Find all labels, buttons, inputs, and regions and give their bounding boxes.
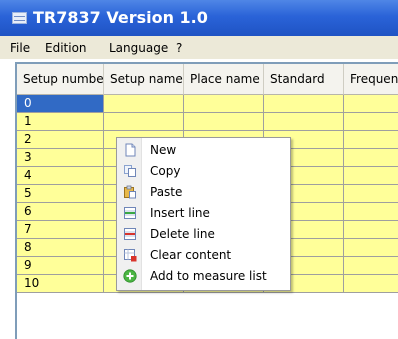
setup-number-cell[interactable]: 3 xyxy=(17,149,104,167)
setup-number-cell[interactable]: 8 xyxy=(17,239,104,257)
setup-number-cell[interactable]: 5 xyxy=(17,185,104,203)
table-row[interactable]: 0 xyxy=(17,95,398,113)
setup-number-cell[interactable]: 9 xyxy=(17,257,104,275)
menu-edition[interactable]: Edition xyxy=(45,40,87,56)
grid-cell[interactable] xyxy=(344,131,398,149)
context-menu-label: Add to measure list xyxy=(150,269,267,283)
column-header-standard[interactable]: Standard xyxy=(264,64,344,95)
column-header-setup-name[interactable]: Setup name xyxy=(104,64,184,95)
grid-cell[interactable] xyxy=(104,113,184,131)
grid-cell[interactable] xyxy=(344,203,398,221)
context-menu-label: New xyxy=(150,143,177,157)
title-bar[interactable]: TR7837 Version 1.0 xyxy=(0,0,398,36)
grid-cell[interactable] xyxy=(344,257,398,275)
table-row[interactable]: 1 xyxy=(17,113,398,131)
grid-cell[interactable] xyxy=(344,239,398,257)
context-menu-label: Delete line xyxy=(150,227,215,241)
context-menu-label: Copy xyxy=(150,164,181,178)
window-title: TR7837 Version 1.0 xyxy=(33,8,208,27)
setup-number-cell[interactable]: 1 xyxy=(17,113,104,131)
setup-number-cell[interactable]: 10 xyxy=(17,275,104,293)
column-header-frequency[interactable]: Frequency xyxy=(344,64,398,95)
context-menu-label: Paste xyxy=(150,185,183,199)
copy-icon xyxy=(124,165,136,177)
setup-number-cell[interactable]: 0 xyxy=(17,95,104,113)
grid-cell[interactable] xyxy=(344,221,398,239)
grid-cell[interactable] xyxy=(344,167,398,185)
grid-cell[interactable] xyxy=(184,95,264,113)
setup-number-cell[interactable]: 7 xyxy=(17,221,104,239)
paste-icon xyxy=(124,185,136,199)
grid-cell[interactable] xyxy=(344,149,398,167)
setup-number-cell[interactable]: 2 xyxy=(17,131,104,149)
menu-file[interactable]: File xyxy=(10,40,30,56)
grid-cell[interactable] xyxy=(184,113,264,131)
context-menu-item-new[interactable]: New xyxy=(117,140,290,161)
menu-help[interactable]: ? xyxy=(176,40,182,56)
grid-cell[interactable] xyxy=(344,95,398,113)
menu-bar: File Edition Language ? xyxy=(0,36,398,59)
clear-content-icon xyxy=(124,249,137,262)
setup-number-cell[interactable]: 6 xyxy=(17,203,104,221)
context-menu-item-add-to-measure-list[interactable]: Add to measure list xyxy=(117,266,290,287)
grid-cell[interactable] xyxy=(344,113,398,131)
context-menu-item-insert-line[interactable]: Insert line xyxy=(117,203,290,224)
grid-cell[interactable] xyxy=(344,275,398,293)
setup-number-cell[interactable]: 4 xyxy=(17,167,104,185)
context-menu-item-paste[interactable]: Paste xyxy=(117,182,290,203)
grid-cell[interactable] xyxy=(264,95,344,113)
app-window-icon xyxy=(12,12,27,24)
insert-line-icon xyxy=(124,207,136,219)
context-menu-label: Clear content xyxy=(150,248,232,262)
context-menu-label: Insert line xyxy=(150,206,210,220)
column-header-setup-number[interactable]: Setup number xyxy=(17,64,104,95)
column-header-place-name[interactable]: Place name xyxy=(184,64,264,95)
context-menu: New Copy Paste Insert line Delete line C… xyxy=(116,137,291,291)
delete-line-icon xyxy=(124,228,136,240)
grid-cell[interactable] xyxy=(264,113,344,131)
grid-cell[interactable] xyxy=(344,185,398,203)
grid-cell[interactable] xyxy=(104,95,184,113)
add-to-list-icon xyxy=(123,269,137,283)
menu-language[interactable]: Language xyxy=(109,40,168,56)
context-menu-item-clear-content[interactable]: Clear content xyxy=(117,245,290,266)
context-menu-item-delete-line[interactable]: Delete line xyxy=(117,224,290,245)
context-menu-item-copy[interactable]: Copy xyxy=(117,161,290,182)
new-document-icon xyxy=(125,143,136,157)
